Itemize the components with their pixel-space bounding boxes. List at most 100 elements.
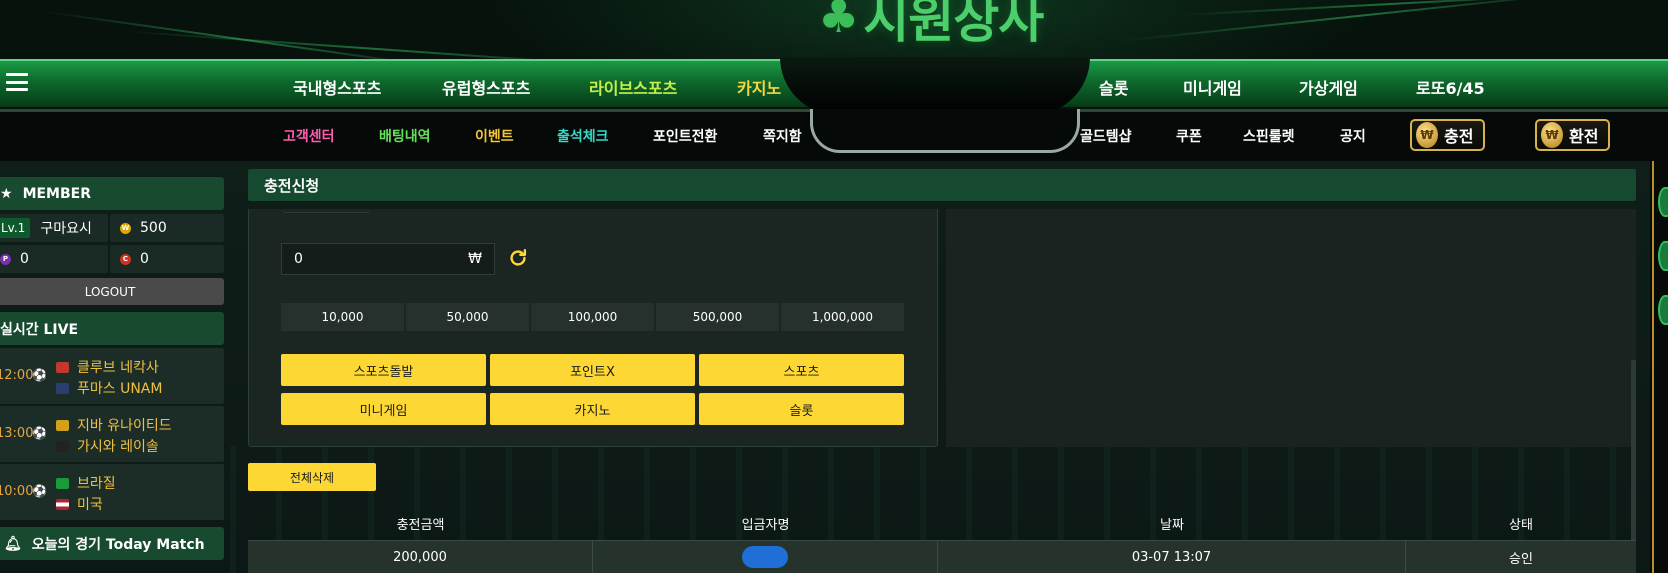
soccer-ball-icon: ⚽	[32, 484, 47, 498]
nav-lotto[interactable]: 로또6/45	[1416, 75, 1485, 99]
nav-minigame[interactable]: 미니게임	[1183, 75, 1242, 99]
match-time: 10:00	[0, 484, 34, 499]
coin-icon: ₩	[1416, 122, 1438, 148]
point-icon: P	[0, 253, 11, 265]
away-team-name: 미국	[77, 497, 103, 513]
level-badge: Lv.1	[0, 218, 31, 238]
column-header-status: 상태	[1509, 517, 1533, 533]
nav-virtual-game[interactable]: 가상게임	[1299, 75, 1358, 99]
quick-amount-500000[interactable]: 500,000	[656, 303, 779, 331]
home-team: 브라질	[56, 473, 116, 493]
subnav-gold-shop[interactable]: 골드템샵	[1080, 126, 1132, 146]
row-status: 승인	[1509, 551, 1533, 567]
bonus-sports-surprise-button[interactable]: 스포츠돌발	[281, 354, 486, 386]
subnav-event[interactable]: 이벤트	[475, 126, 514, 146]
gold-divider	[1652, 161, 1654, 573]
charge-button[interactable]: ₩ 충전	[1410, 119, 1486, 151]
today-match-header: 🔔︎ 오늘의 경기 Today Match	[0, 527, 224, 560]
live-title: 실시간 LIVE	[0, 321, 79, 338]
charge-button-label: 충전	[1444, 127, 1474, 146]
redacted-name	[742, 546, 788, 568]
member-header: ★ MEMBER	[0, 177, 224, 210]
subnav-divider	[0, 109, 830, 112]
match-time: 13:00	[0, 426, 34, 441]
bonus-sports-button[interactable]: 스포츠	[699, 354, 904, 386]
bonus-minigame-button[interactable]: 미니게임	[281, 393, 486, 425]
team-crest-icon	[56, 419, 69, 431]
logo-text: 시원상사	[863, 0, 1044, 49]
logout-button[interactable]: LOGOUT	[0, 278, 224, 305]
sub-nav: 고객센터 배팅내역 이벤트 출석체크 포인트전환 쪽지함 골드템샵 쿠폰 스핀룰…	[0, 109, 1668, 161]
brazil-flag-icon	[56, 477, 69, 489]
live-match-row[interactable]: 13:00 ⚽ 지바 유나이티드 가시와 레이솔	[0, 406, 224, 462]
side-quick-icon[interactable]	[1658, 187, 1668, 217]
row-date: 03-07 13:07	[938, 541, 1406, 573]
side-quick-icon[interactable]	[1658, 295, 1668, 325]
member-coupon: 0	[140, 251, 149, 267]
subnav-curve	[810, 109, 1080, 153]
column-header-amount: 충전금액	[396, 517, 445, 533]
home-team-name: 브라질	[77, 476, 116, 492]
amount-value: 0	[294, 251, 303, 267]
nav-center-notch	[780, 57, 1090, 115]
quick-amount-100000[interactable]: 100,000	[531, 303, 654, 331]
column-header-date: 날짜	[1160, 517, 1184, 533]
side-quick-icon[interactable]	[1658, 241, 1668, 271]
menu-hamburger-icon[interactable]	[6, 73, 28, 91]
nav-live-sports[interactable]: 라이브스포츠	[589, 75, 677, 99]
member-money-cell: W 500	[110, 214, 224, 242]
home-team-name: 지바 유나이티드	[77, 418, 172, 434]
quick-amount-10000[interactable]: 10,000	[281, 303, 404, 331]
delete-all-button[interactable]: 전체삭제	[248, 463, 376, 491]
deposit-panel-title: 충전신청	[248, 169, 1636, 201]
bonus-casino-button[interactable]: 카지노	[490, 393, 695, 425]
exchange-button-label: 환전	[1569, 127, 1599, 146]
usa-flag-icon	[56, 498, 69, 510]
exchange-button[interactable]: ₩ 환전	[1535, 119, 1611, 151]
live-match-row[interactable]: 10:00 ⚽ 브라질 미국	[0, 464, 224, 520]
bonus-slot-button[interactable]: 슬롯	[699, 393, 904, 425]
amount-input[interactable]: 0 ₩	[281, 243, 495, 275]
away-team: 미국	[56, 494, 103, 514]
subnav-bet-history[interactable]: 배팅내역	[379, 126, 431, 146]
deposit-info-panel	[946, 209, 1636, 447]
match-time: 12:00	[0, 368, 34, 383]
coupon-icon: C	[120, 253, 131, 265]
team-crest-icon	[56, 440, 69, 452]
member-level-cell: Lv.1 구마요시	[0, 214, 108, 242]
quick-amount-50000[interactable]: 50,000	[406, 303, 529, 331]
nav-domestic-sports[interactable]: 국내형스포츠	[293, 75, 381, 99]
currency-symbol: ₩	[468, 251, 482, 267]
top-banner: ♣ 시원상사	[0, 0, 1668, 62]
bonus-no-point-button[interactable]: 포인트X	[490, 354, 695, 386]
home-team: 지바 유나이티드	[56, 415, 172, 435]
quick-amount-1000000[interactable]: 1,000,000	[781, 303, 904, 331]
nav-euro-sports[interactable]: 유럽형스포츠	[442, 75, 530, 99]
member-title: MEMBER	[22, 185, 92, 202]
subnav-coupon[interactable]: 쿠폰	[1176, 126, 1202, 146]
main-nav: 국내형스포츠 유럽형스포츠 라이브스포츠 카지노 슬롯 미니게임 가상게임 로또…	[0, 57, 1668, 115]
subnav-attendance[interactable]: 출석체크	[557, 126, 609, 146]
refresh-icon[interactable]	[507, 247, 529, 269]
subnav-spin-roulette[interactable]: 스핀룰렛	[1243, 126, 1295, 146]
nav-casino[interactable]: 카지노	[737, 75, 781, 99]
live-header: 실시간 LIVE	[0, 312, 224, 345]
subnav-notice[interactable]: 공지	[1340, 126, 1366, 146]
bell-icon: 🔔︎	[4, 535, 22, 552]
soccer-ball-icon: ⚽	[32, 368, 47, 382]
page-root: ♣ 시원상사 국내형스포츠 유럽형스포츠 라이브스포츠 카지노 슬롯 미니게임 …	[0, 0, 1668, 573]
member-username: 구마요시	[40, 221, 92, 237]
clover-icon: ♣	[818, 0, 860, 43]
subnav-point-exchange[interactable]: 포인트전환	[653, 126, 717, 146]
subnav-customer-center[interactable]: 고객센터	[283, 126, 335, 146]
row-amount: 200,000	[248, 541, 593, 573]
nav-slot[interactable]: 슬롯	[1099, 75, 1128, 99]
table-row[interactable]: 200,000 03-07 13:07 승인	[248, 540, 1636, 573]
live-match-row[interactable]: 12:00 ⚽ 클루브 네칵사 푸마스 UNAM	[0, 348, 224, 404]
subnav-messages[interactable]: 쪽지함	[763, 126, 802, 146]
away-team-name: 가시와 레이솔	[77, 439, 159, 455]
history-table-header: 충전금액 입금자명 날짜 상태	[248, 508, 1636, 538]
away-team: 푸마스 UNAM	[56, 378, 162, 398]
site-logo[interactable]: ♣ 시원상사	[818, 0, 1044, 49]
deposit-form: 0 ₩ 10,000 50,000 100,000 500,000 1,000,…	[248, 209, 938, 447]
